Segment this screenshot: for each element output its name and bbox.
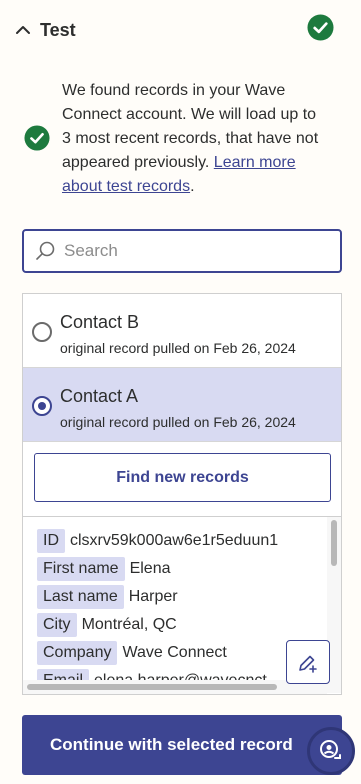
search-box (22, 229, 342, 273)
records-panel: Contact B original record pulled on Feb … (22, 293, 342, 695)
detail-key: First name (37, 557, 125, 581)
help-chat-icon (320, 740, 341, 759)
detail-row-last-name: Last name Harper (37, 585, 178, 609)
record-subtitle: original record pulled on Feb 26, 2024 (60, 340, 296, 356)
success-check-icon (24, 125, 50, 151)
section-title: Test (40, 19, 76, 40)
info-text: We found records in your Wave Connect ac… (62, 79, 322, 199)
find-new-records-button[interactable]: Find new records (34, 453, 331, 502)
record-subtitle: original record pulled on Feb 26, 2024 (60, 414, 296, 430)
collapse-section-button[interactable]: Test (14, 18, 86, 42)
horizontal-scrollbar-thumb[interactable] (27, 684, 277, 690)
detail-key: ID (37, 529, 65, 553)
detail-value: Wave Connect (122, 644, 227, 661)
record-option-contact-a[interactable]: Contact A original record pulled on Feb … (23, 368, 341, 442)
detail-key: City (37, 613, 77, 637)
edit-pencil-icon (299, 655, 317, 673)
record-title: Contact A (60, 386, 139, 406)
search-icon (36, 241, 55, 260)
detail-value: Elena (129, 560, 171, 577)
detail-row-city: City Montréal, QC (37, 613, 177, 637)
detail-row-id: ID clsxrv59k000aw6e1r5eduun1 (37, 529, 278, 553)
radio-button-selected[interactable] (32, 396, 52, 416)
search-input[interactable] (64, 241, 324, 261)
record-title: Contact B (60, 312, 140, 332)
detail-key: Last name (37, 585, 124, 609)
check-circle-icon (307, 14, 334, 41)
detail-row-company: Company Wave Connect (37, 641, 227, 665)
test-section-header: Test (0, 0, 361, 58)
edit-record-button[interactable] (286, 640, 330, 684)
detail-row-first-name: First name Elena (37, 557, 171, 581)
detail-value: Harper (128, 588, 178, 605)
horizontal-scrollbar[interactable] (23, 680, 327, 694)
detail-key: Company (37, 641, 118, 665)
detail-value: clsxrv59k000aw6e1r5eduun1 (70, 532, 279, 549)
record-option-contact-b[interactable]: Contact B original record pulled on Feb … (23, 294, 341, 368)
radio-button[interactable] (32, 322, 52, 342)
info-trailing: . (190, 178, 195, 195)
help-chat-button[interactable] (307, 727, 355, 775)
vertical-scrollbar-thumb[interactable] (331, 520, 337, 566)
chevron-up-icon (16, 26, 30, 34)
detail-value: Montréal, QC (81, 616, 177, 633)
continue-with-selected-record-button[interactable]: Continue with selected record (22, 715, 342, 775)
